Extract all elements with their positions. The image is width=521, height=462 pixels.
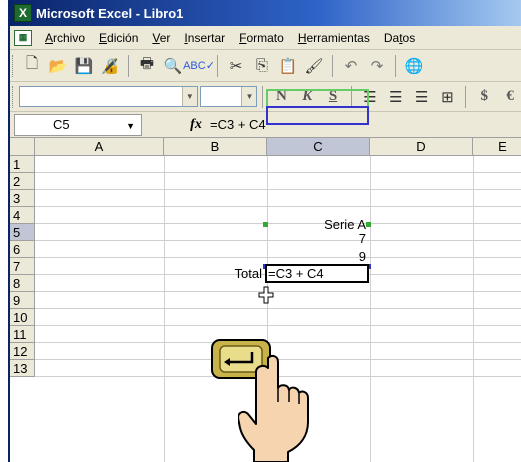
paste-icon[interactable]: 📋	[276, 54, 300, 78]
row-header-7[interactable]: 7	[10, 258, 35, 275]
row-header-10[interactable]: 10	[10, 309, 35, 326]
cell-c3[interactable]: 7	[267, 230, 370, 247]
cut-icon[interactable]: ✂	[224, 54, 248, 78]
menu-ver-rest: er	[159, 30, 171, 45]
column-header-b[interactable]: B	[164, 138, 267, 156]
row-header-12[interactable]: 12	[10, 343, 35, 360]
cell-c4[interactable]: 9	[267, 248, 370, 265]
row-header-9[interactable]: 9	[10, 292, 35, 309]
menu-datos[interactable]: Datos	[377, 31, 422, 45]
gridline	[35, 291, 521, 292]
workbook-icon[interactable]: ▦	[14, 29, 32, 46]
menu-ver[interactable]: Ver	[145, 31, 177, 45]
euro-button[interactable]: €	[498, 85, 521, 109]
toolbar-separator	[465, 85, 467, 108]
merge-center-icon[interactable]: ⊞	[436, 85, 460, 109]
menu-herramientas[interactable]: Herramientas	[291, 31, 377, 45]
cell-b5[interactable]: Total	[164, 265, 264, 282]
cell-c5-editor[interactable]: =C3 + C4	[265, 264, 369, 283]
undo-icon[interactable]: ↶	[339, 54, 363, 78]
gridline	[35, 308, 521, 309]
toolbar-separator	[217, 54, 218, 77]
gridline	[35, 189, 521, 190]
menu-archivo[interactable]: Archivo	[38, 31, 92, 45]
chevron-down-icon[interactable]: ▼	[241, 87, 257, 106]
row-header-2[interactable]: 2	[10, 173, 35, 190]
print-preview-icon[interactable]: 🔍	[161, 54, 185, 78]
permission-icon[interactable]: 🔏	[98, 54, 122, 78]
gridline	[370, 156, 371, 462]
name-box-value: C5	[53, 117, 70, 132]
print-icon[interactable]: 🖶	[135, 54, 159, 78]
open-icon[interactable]: 📂	[46, 54, 70, 78]
gridline	[473, 156, 474, 462]
currency-button[interactable]: $	[472, 85, 496, 109]
window-title: Microsoft Excel - Libro1	[36, 5, 184, 21]
toolbar-separator	[332, 54, 333, 77]
spelling-icon[interactable]: ABC✓	[183, 54, 215, 78]
column-header-a[interactable]: A	[35, 138, 164, 156]
gridline	[164, 156, 165, 462]
font-name-combo[interactable]: ▼	[18, 86, 198, 107]
column-header-e[interactable]: E	[473, 138, 521, 156]
menu-edicion[interactable]: Edición	[92, 31, 145, 45]
menu-bar: ▦ Archivo Edición Ver Insertar Formato H…	[10, 26, 521, 50]
pointing-hand-icon	[238, 354, 309, 462]
toolbar-grip[interactable]	[12, 54, 15, 77]
excel-app-icon[interactable]: X	[14, 4, 32, 22]
range-highlight-c4	[266, 106, 369, 125]
name-box[interactable]: C5 ▼	[14, 113, 142, 136]
font-size-combo[interactable]: ▼	[199, 86, 258, 107]
row-header-1[interactable]: 1	[10, 156, 35, 173]
title-bar: X Microsoft Excel - Libro1	[10, 0, 521, 26]
row-header-11[interactable]: 11	[10, 326, 35, 343]
range-handle[interactable]	[263, 222, 268, 227]
align-center-icon[interactable]: ☰	[384, 85, 408, 109]
select-all-corner[interactable]	[10, 138, 35, 156]
format-painter-icon[interactable]: 🖌	[302, 54, 326, 78]
menu-edicion-rest: dición	[107, 30, 139, 45]
gridline	[35, 325, 521, 326]
chevron-down-icon[interactable]: ▼	[126, 121, 135, 131]
column-header-d[interactable]: D	[370, 138, 473, 156]
redo-icon[interactable]: ↷	[365, 54, 389, 78]
new-icon[interactable]: 🗋	[20, 54, 44, 78]
range-handle[interactable]	[366, 222, 371, 227]
cursor-icon	[258, 286, 274, 304]
menu-insertar-rest: nsertar	[187, 30, 226, 45]
gridline	[35, 206, 521, 207]
row-header-5[interactable]: 5	[10, 224, 35, 241]
copy-icon[interactable]: ⎘	[250, 54, 274, 78]
row-header-6[interactable]: 6	[10, 241, 35, 258]
menu-datos-start: Da	[383, 30, 400, 45]
insert-function-icon[interactable]: fx	[184, 117, 208, 133]
menu-formato[interactable]: Formato	[232, 31, 291, 45]
menu-datos-rest: os	[402, 30, 416, 45]
excel-window: X Microsoft Excel - Libro1 ▦ Archivo Edi…	[8, 0, 521, 462]
column-header-c[interactable]: C	[267, 138, 370, 156]
gridline	[35, 172, 521, 173]
menu-insertar[interactable]: Insertar	[177, 31, 232, 45]
align-right-icon[interactable]: ☰	[410, 85, 434, 109]
toolbar-separator	[395, 54, 396, 77]
row-header-13[interactable]: 13	[10, 360, 35, 377]
chevron-down-icon[interactable]: ▼	[181, 87, 197, 106]
toolbar-grip[interactable]	[12, 85, 15, 108]
row-header-8[interactable]: 8	[10, 275, 35, 292]
save-icon[interactable]: 💾	[72, 54, 96, 78]
formula-input[interactable]: =C3 + C4	[210, 117, 266, 132]
standard-toolbar: 🗋 📂 💾 🔏 🖶 🔍 ABC✓ ✂ ⎘ 📋 🖌 ↶ ↷ 🌐	[10, 50, 521, 82]
menu-archivo-rest: rchivo	[53, 30, 86, 45]
row-header-4[interactable]: 4	[10, 207, 35, 224]
hyperlink-icon[interactable]: 🌐	[402, 54, 426, 78]
row-header-3[interactable]: 3	[10, 190, 35, 207]
toolbar-separator	[128, 54, 129, 77]
menu-formato-rest: ormato	[246, 30, 284, 45]
menu-herramientas-rest: erramientas	[306, 30, 370, 45]
toolbar-separator	[262, 85, 264, 108]
